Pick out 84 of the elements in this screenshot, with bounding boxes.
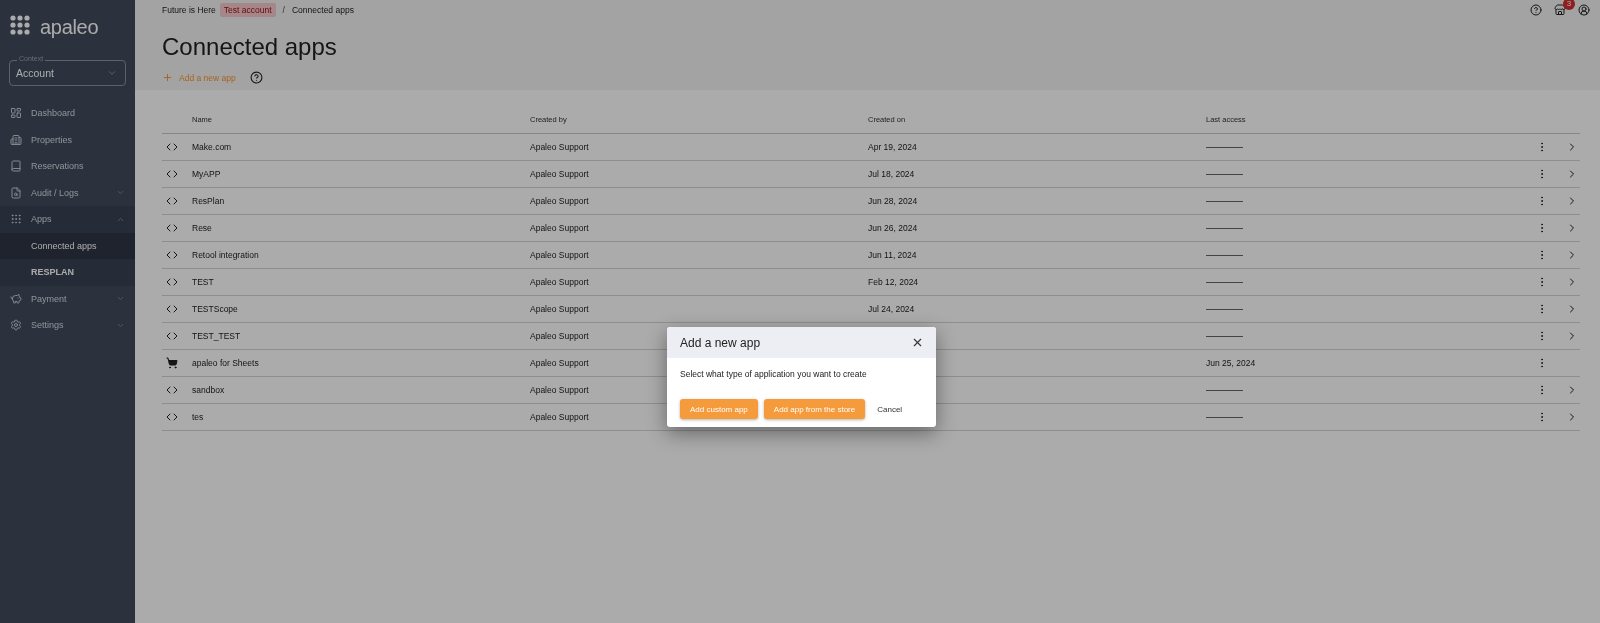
file-search-icon bbox=[10, 186, 22, 199]
last-access-cell-text: Jun 25, 2024 bbox=[1206, 358, 1257, 368]
book-icon bbox=[10, 160, 22, 173]
logo-text: apaleo bbox=[40, 15, 99, 39]
created-on-cell-text: Jun 11, 2024 bbox=[868, 250, 918, 260]
created-on-cell-text: Jun 28, 2024 bbox=[868, 196, 919, 206]
building-icon bbox=[10, 133, 22, 146]
empty-value-dash bbox=[1206, 416, 1243, 418]
grid-icon bbox=[10, 213, 22, 226]
help-icon[interactable] bbox=[1530, 3, 1542, 16]
notification-count: 3 bbox=[1563, 0, 1575, 10]
sidebar-item[interactable]: Reservations bbox=[0, 153, 135, 180]
app-name: MyAPP bbox=[192, 169, 222, 179]
created-by-cell-text: Apaleo Support bbox=[530, 331, 590, 341]
code-icon bbox=[166, 276, 178, 288]
code-icon bbox=[166, 249, 178, 261]
cart-icon bbox=[166, 357, 178, 369]
sidebar-item[interactable]: Apps bbox=[0, 206, 135, 233]
store-icon[interactable] bbox=[1554, 3, 1566, 16]
breadcrumb-item[interactable]: Future is Here bbox=[162, 4, 216, 15]
dialog-title: Add a new app bbox=[680, 335, 761, 350]
created-by-cell-text: Apaleo Support bbox=[530, 412, 590, 422]
sidebar-item[interactable]: Properties bbox=[0, 126, 135, 153]
empty-value-dash bbox=[1206, 281, 1243, 283]
account-icon[interactable] bbox=[1578, 3, 1590, 16]
dropdown-icon bbox=[107, 68, 117, 78]
breadcrumb-separator: / bbox=[281, 4, 286, 15]
code-icon bbox=[166, 384, 178, 396]
empty-value-dash bbox=[1206, 173, 1243, 175]
created-by-cell-text: Apaleo Support bbox=[530, 358, 590, 368]
code-icon bbox=[166, 141, 178, 153]
created-by-cell-text: Apaleo Support bbox=[530, 385, 590, 395]
created-by-cell-text: Apaleo Support bbox=[530, 250, 590, 260]
empty-value-dash bbox=[1206, 146, 1243, 148]
page-title: Connected apps bbox=[162, 33, 338, 61]
breadcrumb-item[interactable]: Connected apps bbox=[291, 4, 354, 15]
created-on-cell-text: Jun 26, 2024 bbox=[868, 223, 919, 233]
app-name: tes bbox=[192, 412, 205, 422]
code-icon bbox=[166, 330, 178, 342]
empty-value-dash bbox=[1206, 389, 1243, 391]
created-by-cell-text: Apaleo Support bbox=[530, 196, 590, 206]
empty-value-dash bbox=[1206, 335, 1243, 337]
created-by-cell-text: Apaleo Support bbox=[530, 223, 590, 233]
code-icon bbox=[166, 222, 178, 234]
app-name: TESTScope bbox=[192, 304, 239, 314]
created-by-cell-text: Apaleo Support bbox=[530, 277, 590, 287]
sidebar-item[interactable]: Dashboard bbox=[0, 100, 135, 127]
empty-value-dash bbox=[1206, 308, 1243, 310]
sidebar-subitem[interactable]: Connected apps bbox=[0, 232, 135, 259]
created-by-cell-text: Apaleo Support bbox=[530, 142, 590, 152]
created-on-cell-text: Jul 18, 2024 bbox=[868, 169, 916, 179]
app-name: sandbox bbox=[192, 385, 226, 395]
settings-icon bbox=[10, 319, 22, 332]
help-icon[interactable] bbox=[249, 71, 263, 84]
created-by-cell-text: Apaleo Support bbox=[530, 304, 590, 314]
code-icon bbox=[166, 411, 178, 423]
empty-value-dash bbox=[1206, 254, 1243, 256]
created-by-cell-text: Apaleo Support bbox=[530, 169, 590, 179]
code-icon bbox=[166, 303, 178, 315]
code-icon bbox=[166, 168, 178, 180]
sidebar-item[interactable]: Payment bbox=[0, 285, 135, 312]
created-on-cell-text: Jul 24, 2024 bbox=[868, 304, 916, 314]
dashboard-icon bbox=[10, 107, 22, 120]
app-name: apaleo for Sheets bbox=[192, 358, 260, 368]
app-name: Retool integration bbox=[192, 250, 260, 260]
code-icon bbox=[166, 195, 178, 207]
dialog-message: Select what type of application you want to create bbox=[680, 369, 868, 379]
empty-value-dash bbox=[1206, 200, 1243, 202]
app-name: Rese bbox=[192, 223, 213, 233]
cancel-button[interactable]: Cancel bbox=[871, 399, 909, 419]
sidebar-item[interactable]: Settings bbox=[0, 312, 135, 339]
empty-value-dash bbox=[1206, 227, 1243, 229]
sidebar-item[interactable]: Audit / Logs bbox=[0, 179, 135, 206]
app-name: TEST_TEST bbox=[192, 331, 242, 341]
plus-icon bbox=[162, 72, 173, 83]
piggy-bank-icon bbox=[10, 292, 22, 305]
created-on-cell-text: Feb 12, 2024 bbox=[868, 277, 920, 287]
app-name: Make.com bbox=[192, 142, 233, 152]
app-name: TEST bbox=[192, 277, 215, 287]
sidebar-subitem[interactable]: RESPLAN bbox=[0, 259, 135, 286]
created-on-cell-text: Apr 19, 2024 bbox=[868, 142, 918, 152]
app-name: ResPlan bbox=[192, 196, 226, 206]
account-badge[interactable]: Test account bbox=[219, 2, 276, 17]
close-icon[interactable] bbox=[911, 336, 924, 349]
